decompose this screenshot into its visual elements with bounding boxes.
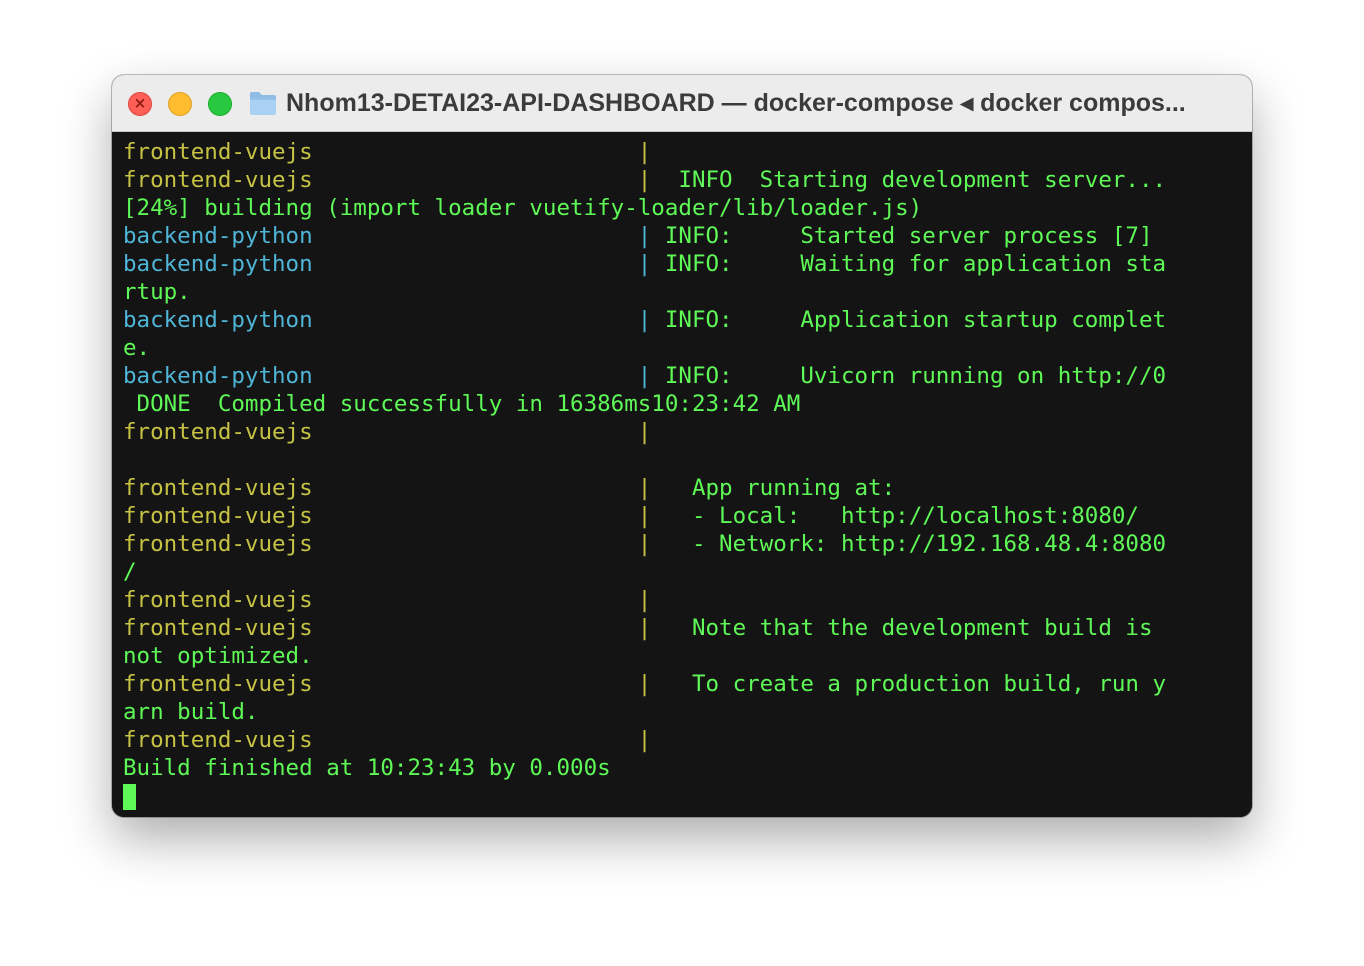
line-separator: |: [637, 671, 652, 697]
service-prefix-frontend: frontend-vuejs: [123, 727, 638, 753]
line-text: e.: [123, 335, 151, 361]
terminal-line: not optimized.: [123, 642, 1252, 670]
line-text: INFO Starting development server...: [651, 167, 1167, 193]
line-separator: |: [637, 727, 652, 753]
terminal-line: frontend-vuejs |: [123, 586, 1252, 614]
line-text: rtup.: [123, 279, 191, 305]
line-text: - Local: http://localhost:8080/: [651, 503, 1139, 529]
service-prefix-frontend: frontend-vuejs: [123, 503, 638, 529]
terminal-line: frontend-vuejs | To create a production …: [123, 670, 1252, 698]
line-text: arn build.: [123, 699, 259, 725]
terminal-line: frontend-vuejs | - Network: http://192.1…: [123, 530, 1252, 558]
service-prefix-frontend: frontend-vuejs: [123, 419, 638, 445]
prompt-line: [123, 782, 1252, 810]
minimize-button[interactable]: [168, 92, 192, 116]
terminal-line: backend-python | INFO: Uvicorn running o…: [123, 362, 1252, 390]
line-text: not optimized.: [123, 643, 313, 669]
terminal-line: Build finished at 10:23:43 by 0.000s: [123, 754, 1252, 782]
line-separator: |: [637, 251, 652, 277]
terminal-window: × Nhom13-DETAI23-API-DASHBOARD — docker-…: [112, 75, 1252, 817]
line-text: DONE Compiled successfully in 16386ms10:…: [123, 391, 801, 417]
line-text: Build finished at 10:23:43 by 0.000s: [123, 755, 611, 781]
service-prefix-backend: backend-python: [123, 251, 638, 277]
terminal-line: frontend-vuejs |: [123, 138, 1252, 166]
close-button[interactable]: ×: [128, 92, 152, 116]
terminal-line: frontend-vuejs | Note that the developme…: [123, 614, 1252, 642]
line-separator: |: [637, 531, 652, 557]
title-bar[interactable]: × Nhom13-DETAI23-API-DASHBOARD — docker-…: [112, 75, 1252, 132]
line-text: /: [123, 559, 137, 585]
line-text: INFO: Application startup complet: [651, 307, 1167, 333]
line-text: INFO: Started server process [7]: [651, 223, 1153, 249]
service-prefix-backend: backend-python: [123, 307, 638, 333]
line-text: INFO: Uvicorn running on http://0: [651, 363, 1167, 389]
line-text: - Network: http://192.168.48.4:8080: [651, 531, 1167, 557]
line-separator: |: [637, 615, 652, 641]
terminal-line: frontend-vuejs |: [123, 418, 1252, 446]
cursor-block: [123, 784, 136, 810]
line-text: [24%] building (import loader vuetify-lo…: [123, 195, 923, 221]
line-separator: |: [637, 503, 652, 529]
folder-icon: [250, 92, 276, 115]
line-separator: |: [637, 363, 652, 389]
service-prefix-backend: backend-python: [123, 223, 638, 249]
terminal-line: frontend-vuejs | - Local: http://localho…: [123, 502, 1252, 530]
line-separator: |: [637, 167, 652, 193]
terminal-line: backend-python | INFO: Application start…: [123, 306, 1252, 334]
line-text: INFO: Waiting for application sta: [651, 251, 1167, 277]
terminal-line: frontend-vuejs |: [123, 726, 1252, 754]
terminal-line: frontend-vuejs | INFO Starting developme…: [123, 166, 1252, 194]
service-prefix-frontend: frontend-vuejs: [123, 139, 638, 165]
line-separator: |: [637, 139, 652, 165]
service-prefix-frontend: frontend-vuejs: [123, 615, 638, 641]
line-text: App running at:: [651, 475, 896, 501]
window-title: Nhom13-DETAI23-API-DASHBOARD — docker-co…: [286, 89, 1186, 117]
terminal-line: [24%] building (import loader vuetify-lo…: [123, 194, 1252, 222]
service-prefix-frontend: frontend-vuejs: [123, 587, 638, 613]
terminal-line: rtup.: [123, 278, 1252, 306]
terminal-line: frontend-vuejs | App running at:: [123, 474, 1252, 502]
line-separator: |: [637, 223, 652, 249]
service-prefix-backend: backend-python: [123, 363, 638, 389]
service-prefix-frontend: frontend-vuejs: [123, 671, 638, 697]
terminal-output[interactable]: frontend-vuejs | frontend-vuejs | INFO St…: [112, 132, 1252, 817]
line-separator: |: [637, 475, 652, 501]
line-separator: |: [637, 307, 652, 333]
terminal-line: backend-python | INFO: Waiting for appli…: [123, 250, 1252, 278]
line-text: Note that the development build is: [651, 615, 1153, 641]
service-prefix-frontend: frontend-vuejs: [123, 167, 638, 193]
line-text: To create a production build, run y: [651, 671, 1167, 697]
terminal-line: /: [123, 558, 1252, 586]
terminal-line: backend-python | INFO: Started server pr…: [123, 222, 1252, 250]
terminal-line: DONE Compiled successfully in 16386ms10:…: [123, 390, 1252, 418]
maximize-button[interactable]: [208, 92, 232, 116]
line-separator: |: [637, 419, 652, 445]
line-separator: |: [637, 587, 652, 613]
close-icon: ×: [133, 94, 147, 112]
service-prefix-frontend: frontend-vuejs: [123, 475, 638, 501]
service-prefix-frontend: frontend-vuejs: [123, 531, 638, 557]
terminal-line: e.: [123, 334, 1252, 362]
terminal-line: arn build.: [123, 698, 1252, 726]
